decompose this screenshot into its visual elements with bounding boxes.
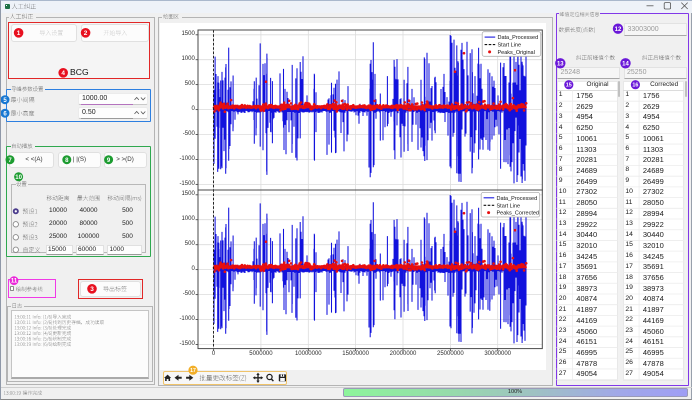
svg-text:17: 17	[190, 368, 196, 374]
svg-text:Start Line: Start Line	[497, 203, 521, 209]
svg-text:Data_Processed: Data_Processed	[498, 35, 539, 41]
svg-text:15: 15	[566, 83, 572, 89]
svg-text:11: 11	[11, 279, 18, 285]
svg-text:1: 1	[17, 30, 21, 37]
svg-text:Data_Processed: Data_Processed	[497, 196, 538, 202]
svg-text:3: 3	[90, 286, 94, 293]
svg-text:2: 2	[84, 30, 88, 37]
svg-text:16: 16	[632, 83, 638, 89]
svg-text:4: 4	[61, 70, 65, 77]
svg-text:12: 12	[615, 27, 622, 33]
svg-text:Peaks_Original: Peaks_Original	[498, 50, 535, 56]
svg-text:14: 14	[622, 61, 629, 67]
svg-text:10: 10	[15, 175, 22, 181]
svg-text:Peaks_Corrected: Peaks_Corrected	[497, 211, 540, 217]
svg-text:Start Line: Start Line	[498, 43, 522, 49]
svg-text:13: 13	[557, 61, 564, 67]
